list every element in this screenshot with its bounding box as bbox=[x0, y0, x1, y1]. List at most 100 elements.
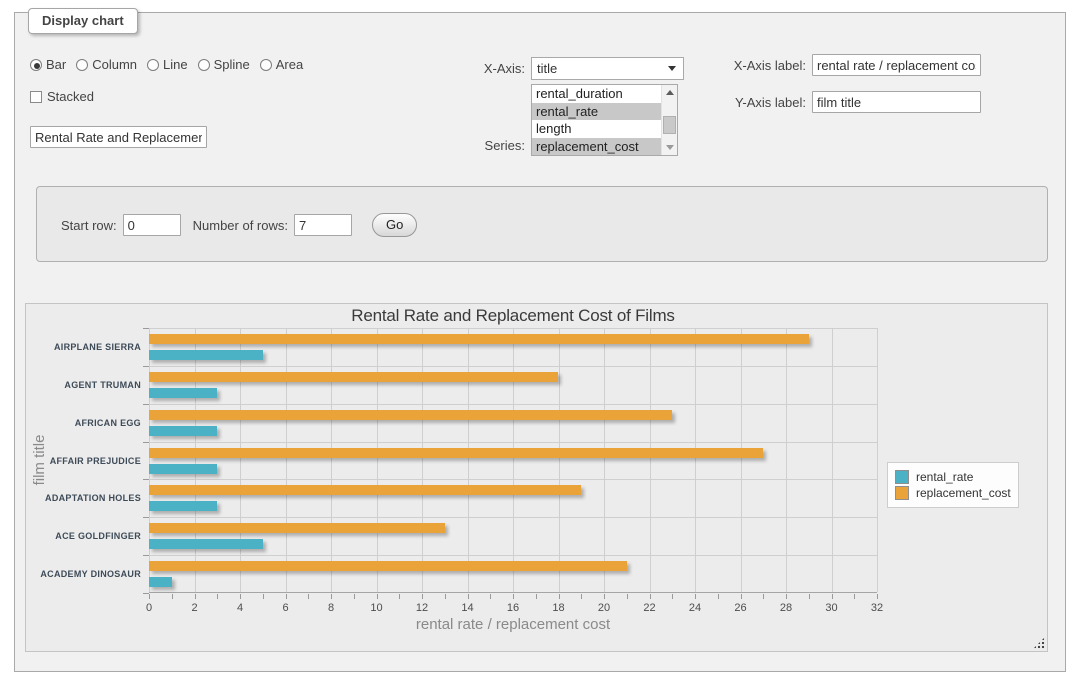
x-axis-tick bbox=[604, 594, 605, 599]
page: Display chart Bar Column Line Spline Area St… bbox=[0, 0, 1081, 681]
series-option-rental_duration[interactable]: rental_duration bbox=[532, 85, 677, 103]
bar-replacement_cost bbox=[149, 561, 627, 571]
start-row-input[interactable] bbox=[123, 214, 181, 236]
chart-legend: rental_ratereplacement_cost bbox=[887, 462, 1019, 508]
scroll-down-icon[interactable] bbox=[662, 140, 678, 155]
chart-type-option-column[interactable]: Column bbox=[76, 57, 137, 72]
x-tick-label: 26 bbox=[726, 602, 756, 614]
chart-title-input[interactable] bbox=[30, 126, 207, 148]
bar-rental_rate bbox=[149, 350, 263, 360]
grid-line bbox=[149, 555, 877, 556]
chart-type-label: Bar bbox=[46, 57, 66, 72]
fieldset-legend: Display chart bbox=[28, 8, 138, 34]
x-axis-tick bbox=[672, 594, 673, 599]
x-axis-tick bbox=[240, 594, 241, 599]
series-multiselect[interactable]: rental_durationrental_ratelengthreplacem… bbox=[531, 84, 678, 156]
chart-type-option-area[interactable]: Area bbox=[260, 57, 303, 72]
grid-line bbox=[149, 404, 877, 405]
chart-type-option-bar[interactable]: Bar bbox=[30, 57, 66, 72]
grid-line bbox=[513, 328, 514, 592]
grid-line bbox=[149, 366, 877, 367]
y-axis-tick bbox=[143, 442, 149, 443]
radio-icon[interactable] bbox=[76, 59, 88, 71]
x-axis-tick bbox=[422, 594, 423, 599]
x-tick-label: 12 bbox=[407, 602, 437, 614]
y-axis-tick bbox=[143, 517, 149, 518]
bar-replacement_cost bbox=[149, 334, 809, 344]
x-axis-tick bbox=[536, 594, 537, 599]
stacked-checkbox[interactable] bbox=[30, 91, 42, 103]
bar-rental_rate bbox=[149, 426, 217, 436]
grid-line bbox=[149, 328, 150, 592]
x-axis-tick bbox=[832, 594, 833, 599]
x-axis-tick bbox=[559, 594, 560, 599]
number-of-rows-input[interactable] bbox=[294, 214, 352, 236]
radio-icon[interactable] bbox=[198, 59, 210, 71]
go-button[interactable]: Go bbox=[372, 213, 417, 237]
y-axis-tick bbox=[143, 555, 149, 556]
x-tick-label: 22 bbox=[635, 602, 665, 614]
series-scrollbar[interactable] bbox=[661, 85, 677, 155]
rows-panel: Start row: Number of rows: Go bbox=[36, 186, 1048, 262]
y-axis-tick bbox=[143, 366, 149, 367]
grid-line bbox=[832, 328, 833, 592]
resize-grip-icon[interactable] bbox=[1033, 637, 1045, 649]
number-of-rows-label: Number of rows: bbox=[193, 218, 288, 233]
grid-line bbox=[331, 328, 332, 592]
radio-icon[interactable] bbox=[30, 59, 42, 71]
legend-swatch bbox=[895, 470, 909, 484]
x-axis-tick bbox=[172, 594, 173, 599]
stacked-row: Stacked bbox=[30, 89, 94, 104]
chart-type-label: Area bbox=[276, 57, 303, 72]
x-axis-caption: X-Axis: bbox=[425, 61, 525, 76]
series-option-rental_rate[interactable]: rental_rate bbox=[532, 103, 677, 121]
chart-type-radio-group: Bar Column Line Spline Area bbox=[30, 57, 313, 72]
legend-label: rental_rate bbox=[916, 470, 973, 484]
grid-line bbox=[468, 328, 469, 592]
x-tick-label: 18 bbox=[544, 602, 574, 614]
grid-line bbox=[149, 328, 877, 329]
x-tick-label: 6 bbox=[271, 602, 301, 614]
bar-replacement_cost bbox=[149, 410, 672, 420]
grid-line bbox=[877, 328, 878, 592]
x-axis-label-input[interactable] bbox=[812, 54, 981, 76]
x-tick-label: 10 bbox=[362, 602, 392, 614]
bar-rental_rate bbox=[149, 501, 217, 511]
x-axis-tick bbox=[195, 594, 196, 599]
radio-icon[interactable] bbox=[260, 59, 272, 71]
scroll-up-icon[interactable] bbox=[662, 85, 678, 100]
x-axis-label-caption: X-Axis label: bbox=[714, 58, 806, 73]
x-axis-selected-value: title bbox=[537, 61, 557, 76]
x-tick-label: 4 bbox=[225, 602, 255, 614]
bar-replacement_cost bbox=[149, 523, 445, 533]
radio-icon[interactable] bbox=[147, 59, 159, 71]
scrollbar-thumb[interactable] bbox=[663, 116, 676, 134]
x-tick-label: 2 bbox=[180, 602, 210, 614]
grid-line bbox=[604, 328, 605, 592]
chart-type-option-line[interactable]: Line bbox=[147, 57, 188, 72]
grid-line bbox=[786, 328, 787, 592]
x-axis-tick bbox=[741, 594, 742, 599]
y-axis-tick bbox=[143, 328, 149, 329]
grid-line bbox=[149, 442, 877, 443]
grid-line bbox=[559, 328, 560, 592]
legend-item-rental_rate: rental_rate bbox=[895, 470, 1011, 484]
x-tick-label: 14 bbox=[453, 602, 483, 614]
x-axis-tick bbox=[263, 594, 264, 599]
chart-type-option-spline[interactable]: Spline bbox=[198, 57, 250, 72]
series-option-replacement_cost[interactable]: replacement_cost bbox=[532, 138, 677, 156]
chevron-down-icon bbox=[668, 66, 676, 71]
series-option-length[interactable]: length bbox=[532, 120, 677, 138]
x-axis-tick bbox=[331, 594, 332, 599]
chart-type-label: Spline bbox=[214, 57, 250, 72]
x-axis-select[interactable]: title bbox=[531, 57, 684, 80]
x-axis-tick bbox=[650, 594, 651, 599]
chart-title: Rental Rate and Replacement Cost of Film… bbox=[149, 306, 877, 326]
y-axis-label-input[interactable] bbox=[812, 91, 981, 113]
bar-rental_rate bbox=[149, 388, 217, 398]
x-tick-label: 0 bbox=[134, 602, 164, 614]
x-axis-tick bbox=[786, 594, 787, 599]
x-axis-tick bbox=[718, 594, 719, 599]
bar-rental_rate bbox=[149, 464, 217, 474]
grid-line bbox=[377, 328, 378, 592]
